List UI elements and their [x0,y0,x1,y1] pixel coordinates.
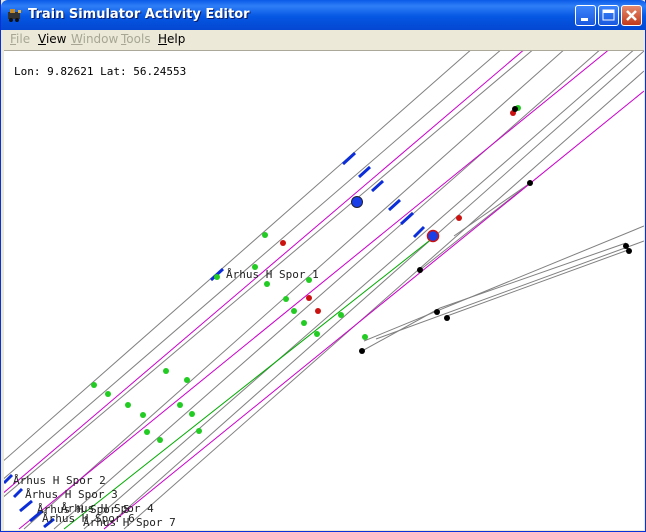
red-nodes[interactable] [280,110,516,314]
train-app-icon [8,9,21,22]
path-lines [4,51,644,530]
menu-file[interactable]: File [10,32,30,46]
track-label-spor3: Århus H Spor 3 [25,488,118,501]
track-map[interactable]: Århus H Spor 1 Århus H Spor 2 Århus H Sp… [4,51,644,530]
track-lines [4,51,644,530]
minimize-button[interactable] [575,5,596,26]
menu-window[interactable]: Window [71,32,118,46]
minimize-icon [581,18,588,21]
track-label-spor1: Århus H Spor 1 [226,268,319,281]
track-map-canvas[interactable]: Lon: 9.82621 Lat: 56.24553 Århus H Spor … [4,50,644,530]
app-window: Train Simulator Activity Editor File Vie… [0,0,646,532]
menu-tools[interactable]: Tools [121,32,151,46]
black-nodes[interactable] [359,106,632,354]
title-bar[interactable]: Train Simulator Activity Editor [1,0,646,30]
menu-bar: File View Window Tools Help [4,30,644,48]
window-title: Train Simulator Activity Editor [28,7,250,22]
close-button[interactable] [621,5,642,26]
platform-markers [4,151,426,529]
menu-view[interactable]: View [38,32,66,46]
track-label-spor2: Århus H Spor 2 [13,474,106,487]
maximize-button[interactable] [598,5,619,26]
close-icon [626,10,637,21]
maximize-icon [602,9,615,21]
menu-help[interactable]: Help [158,32,185,46]
track-label-spor7: Århus H Spor 7 [83,516,176,529]
